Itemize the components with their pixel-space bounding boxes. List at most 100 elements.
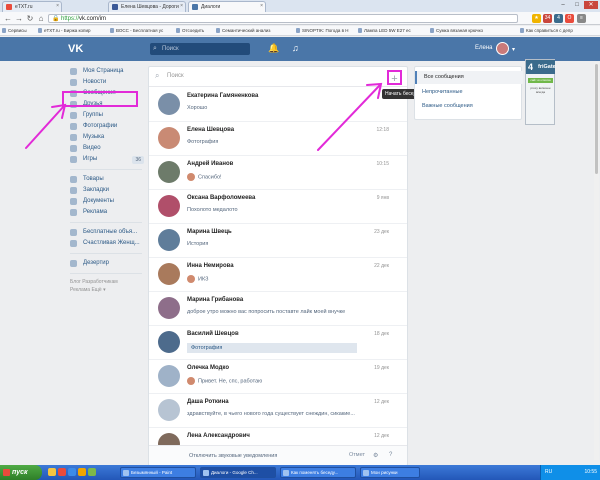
filter-unread[interactable]: Непрочитанные bbox=[422, 89, 463, 95]
menu-item-news[interactable]: Новости bbox=[70, 77, 148, 88]
close-tab-icon[interactable]: × bbox=[260, 3, 263, 9]
dialog-row[interactable]: Марина Грибанова доброе утро можно вас по… bbox=[149, 292, 407, 326]
browser-tab-dialogs[interactable]: Диалоги × bbox=[188, 1, 266, 12]
task-paint[interactable]: Безымянный - Paint bbox=[120, 467, 196, 478]
close-tab-icon[interactable]: × bbox=[180, 3, 183, 9]
bookmark-item[interactable]: Лампа LED 5W E27 ес bbox=[358, 28, 411, 33]
menu-item-my-page[interactable]: Моя Страница bbox=[70, 66, 148, 77]
dialog-row[interactable]: Екатерина Гамяненкова Хорошо bbox=[149, 88, 407, 122]
avatar[interactable] bbox=[158, 161, 180, 183]
vk-favicon-icon bbox=[112, 4, 118, 10]
help-icon[interactable]: ? bbox=[389, 452, 392, 458]
url-input[interactable]: 🔒 https://vk.com/im bbox=[48, 14, 518, 23]
dialog-row[interactable]: Оксана Варфоломеева 9 янв Похолото медалот… bbox=[149, 190, 407, 224]
browser-tab-etxt[interactable]: eTXT.ru × bbox=[2, 1, 62, 12]
task-word[interactable]: Как поменять беседу... bbox=[280, 467, 356, 478]
filter-important[interactable]: Важные сообщения bbox=[422, 103, 473, 109]
menu-item-deserter[interactable]: Дезертир bbox=[70, 258, 148, 269]
menu-item-games[interactable]: Игры 36 bbox=[70, 154, 148, 165]
home-icon[interactable]: ⌂ bbox=[36, 14, 46, 23]
frigate-popup: 4 friGate сайт из списка вкл proxy включ… bbox=[525, 59, 556, 125]
bell-icon[interactable]: 🔔 bbox=[268, 43, 279, 54]
menu-item-documents[interactable]: Документы bbox=[70, 196, 148, 207]
dialog-row[interactable]: Марина Швець 23 дек История bbox=[149, 224, 407, 258]
music-note-icon[interactable]: ♫ bbox=[292, 43, 299, 53]
menu-footer-links-1[interactable]: Блог Разработчикам bbox=[70, 278, 148, 286]
page-scrollbar[interactable] bbox=[594, 62, 599, 460]
language-indicator[interactable]: RU bbox=[545, 469, 552, 475]
my-avatar-mini bbox=[187, 173, 195, 181]
menu-item-photos[interactable]: Фотографии bbox=[70, 121, 148, 132]
gear-icon[interactable]: ⚙ bbox=[373, 452, 378, 459]
task-my-pictures[interactable]: Мои рисунки bbox=[360, 467, 420, 478]
bookmark-item[interactable]: Отсоедить bbox=[176, 28, 204, 33]
reload-icon[interactable]: ↻ bbox=[25, 14, 35, 23]
close-tab-icon[interactable]: × bbox=[56, 3, 59, 9]
menu-icon[interactable]: ≡ bbox=[577, 14, 586, 23]
dialog-row[interactable]: Олечка Модко 19 дек Привет. Не, спс, работ… bbox=[149, 360, 407, 394]
dialog-row[interactable]: Инна Немирова 22 дек ИКЗ bbox=[149, 258, 407, 292]
star-bookmark-icon[interactable]: ★ bbox=[532, 14, 541, 23]
dialog-time: 22 дек bbox=[374, 263, 389, 269]
scrollbar-thumb[interactable] bbox=[595, 64, 598, 174]
bookmark-item[interactable]: Как справиться с депр bbox=[520, 28, 573, 33]
menu-item-bookmarks[interactable]: Закладки bbox=[70, 185, 148, 196]
forward-icon[interactable]: → bbox=[14, 14, 24, 23]
vk-extension-icon[interactable]: 34 bbox=[543, 14, 552, 23]
avatar[interactable] bbox=[496, 42, 509, 55]
avatar[interactable] bbox=[158, 331, 180, 353]
frigate-status[interactable]: сайт из списка вкл bbox=[528, 78, 553, 87]
bookmark-item[interactable]: eTXT.ru - Биржа копир bbox=[38, 28, 90, 33]
dialog-name: Даша Роткина bbox=[187, 399, 229, 405]
opera-extension-icon[interactable]: O bbox=[565, 14, 574, 23]
dialog-row[interactable]: Даша Роткина 12 дек здравствуйте, в чьего … bbox=[149, 394, 407, 428]
avatar[interactable] bbox=[158, 399, 180, 421]
bookmark-item[interactable]: Семантический анализ bbox=[216, 28, 270, 33]
start-button[interactable]: пуск bbox=[0, 465, 42, 480]
dialog-preview-text: Похолото медалото bbox=[187, 207, 238, 213]
bookmark-item[interactable]: ВОСС - Бесплатная ус bbox=[110, 28, 163, 33]
menu-item-goods[interactable]: Товары bbox=[70, 174, 148, 185]
menu-item-music[interactable]: Музыка bbox=[70, 132, 148, 143]
close-window-button[interactable]: ✕ bbox=[584, 1, 598, 9]
avatar[interactable] bbox=[158, 365, 180, 387]
avatar[interactable] bbox=[158, 229, 180, 251]
explorer-quicklaunch-icon[interactable] bbox=[48, 468, 56, 476]
disable-sound-link[interactable]: Отключить звуковые уведомления bbox=[189, 453, 277, 459]
ie-quicklaunch-icon[interactable] bbox=[68, 468, 76, 476]
avatar[interactable] bbox=[158, 297, 180, 319]
vk-search-input[interactable]: ⌕ Поиск bbox=[150, 43, 250, 55]
frigate-extension-icon[interactable]: 4 bbox=[554, 14, 563, 23]
vk-logo[interactable]: VK bbox=[68, 43, 86, 55]
menu-item-happy-woman[interactable]: Счастливая Женщ... bbox=[70, 238, 148, 249]
menu-item-free-ads[interactable]: Бесплатные объя... bbox=[70, 227, 148, 238]
new-chat-button[interactable]: + bbox=[387, 70, 402, 85]
bookmark-item[interactable]: SINOPTIK: Погода в Н bbox=[296, 28, 348, 33]
menu-item-ads[interactable]: Реклама bbox=[70, 207, 148, 218]
dialog-row[interactable]: Андрей Иванов 10:15 Спасибо! bbox=[149, 156, 407, 190]
maximize-button[interactable]: □ bbox=[570, 1, 584, 9]
minimize-button[interactable]: – bbox=[556, 1, 570, 9]
media-quicklaunch-icon[interactable] bbox=[88, 468, 96, 476]
avatar[interactable] bbox=[158, 127, 180, 149]
avatar[interactable] bbox=[158, 263, 180, 285]
chrome-quicklaunch-icon[interactable] bbox=[78, 468, 86, 476]
menu-item-groups[interactable]: Группы bbox=[70, 110, 148, 121]
bookmark-item[interactable]: Сумка вязаная крючко bbox=[430, 28, 483, 33]
dialog-row[interactable]: Василий Шевцов 18 дек Фотография bbox=[149, 326, 407, 360]
task-chrome-dialogs[interactable]: Диалоги - Google Ch... bbox=[200, 467, 276, 478]
dialogs-search-input[interactable]: ⌕ Поиск + bbox=[149, 67, 407, 87]
back-icon[interactable]: ← bbox=[3, 14, 13, 23]
avatar[interactable] bbox=[158, 93, 180, 115]
filter-all[interactable]: Все сообщения bbox=[415, 71, 523, 84]
bookmark-item[interactable]: Сервисы bbox=[2, 28, 27, 33]
menu-footer-links-2[interactable]: Реклама Ещё ▾ bbox=[70, 286, 148, 294]
avatar[interactable] bbox=[158, 195, 180, 217]
chevron-down-icon[interactable]: ▾ bbox=[512, 46, 515, 53]
user-name[interactable]: Елена bbox=[475, 45, 493, 51]
opera-quicklaunch-icon[interactable] bbox=[58, 468, 66, 476]
browser-tab-shevtsova[interactable]: Елена Шевцова - Дороги × bbox=[108, 1, 186, 12]
dialog-row[interactable]: Елена Шевцова 12:18 Фотография bbox=[149, 122, 407, 156]
menu-item-video[interactable]: Видео bbox=[70, 143, 148, 154]
footer-right-link[interactable]: Отмет bbox=[349, 452, 365, 458]
